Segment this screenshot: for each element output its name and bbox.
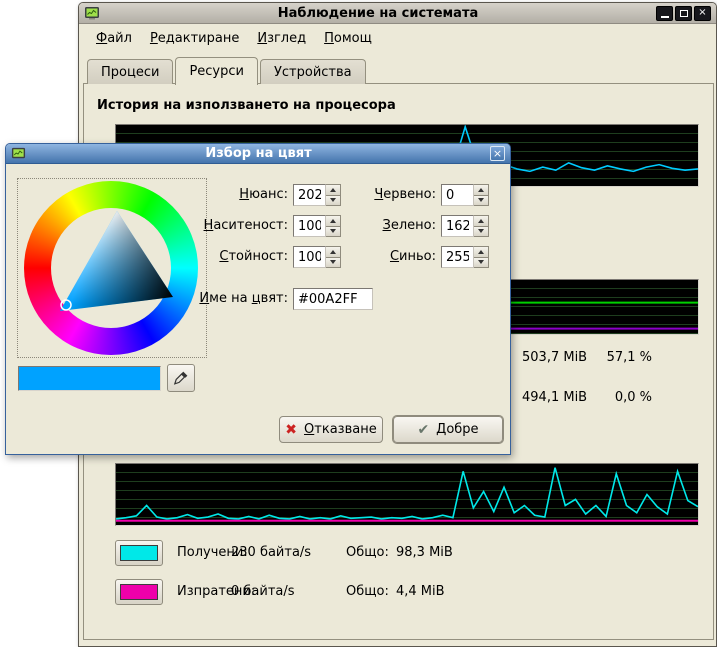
dialog-titlebar[interactable]: Избор на цвят ×	[6, 144, 510, 164]
received-total-label: Общо:	[346, 540, 389, 566]
hue-input[interactable]	[293, 184, 326, 206]
menu-view[interactable]: Изглед	[248, 27, 315, 50]
color-name-label: Име на цвят:	[166, 288, 288, 310]
received-total: 98,3 MiB	[396, 540, 453, 566]
red-spin-down[interactable]	[474, 195, 489, 207]
ok-button[interactable]: ✔ Добре	[393, 416, 503, 443]
green-input[interactable]	[441, 215, 474, 237]
green-spin-up[interactable]	[474, 215, 489, 226]
blue-input[interactable]	[441, 246, 474, 268]
red-input[interactable]	[441, 184, 474, 206]
eyedropper-button[interactable]	[167, 364, 195, 392]
tab-devices[interactable]: Устройства	[260, 59, 366, 84]
hue-label: Нюанс:	[166, 184, 288, 206]
blue-spin-down[interactable]	[474, 257, 489, 269]
value-spinbox	[293, 246, 341, 268]
green-spinbox	[441, 215, 489, 237]
main-window-title: Наблюдение на системата	[104, 6, 652, 21]
dialog-body: Нюанс: Наситеност: Стойност: Червено: Зе	[6, 164, 510, 454]
close-button[interactable]: ×	[694, 6, 711, 21]
tab-resources[interactable]: Ресурси	[175, 57, 258, 85]
dialog-title: Избор на цвят	[31, 146, 486, 161]
received-color-button[interactable]	[115, 540, 163, 566]
green-spin-down[interactable]	[474, 226, 489, 238]
sent-total: 4,4 MiB	[396, 579, 445, 605]
saturation-input[interactable]	[293, 215, 326, 237]
memory-used-value: 503,7 MiB	[522, 350, 587, 365]
saturation-value-triangle[interactable]	[24, 181, 198, 355]
color-preview	[18, 366, 161, 391]
saturation-label: Наситеност:	[166, 215, 288, 237]
blue-spinbox	[441, 246, 489, 268]
saturation-spinbox	[293, 215, 341, 237]
green-label: Зелено:	[336, 215, 436, 237]
memory-used-percent: 57,1 %	[579, 350, 652, 365]
ok-check-icon: ✔	[417, 423, 429, 437]
color-picker-dialog: Избор на цвят ×	[5, 143, 511, 455]
sent-total-label: Общо:	[346, 579, 389, 605]
menu-help[interactable]: Помощ	[315, 27, 381, 50]
main-titlebar[interactable]: Наблюдение на системата ×	[79, 3, 716, 24]
app-icon	[84, 5, 100, 21]
dialog-close-button[interactable]: ×	[490, 146, 505, 161]
sent-rate: 0 байта/s	[231, 579, 295, 605]
red-spin-up[interactable]	[474, 184, 489, 195]
tab-processes[interactable]: Процеси	[87, 59, 173, 84]
value-label: Стойност:	[166, 246, 288, 268]
window-controls: ×	[656, 6, 711, 21]
menu-edit[interactable]: Редактиране	[141, 27, 248, 50]
value-input[interactable]	[293, 246, 326, 268]
cancel-button[interactable]: ✖ Отказване	[279, 416, 383, 443]
desktop: Наблюдение на системата × Файл Редактира…	[0, 0, 717, 647]
menubar: Файл Редактиране Изглед Помощ	[79, 25, 716, 51]
swap-used-value: 494,1 MiB	[522, 390, 587, 405]
cpu-history-title: История на използването на процесора	[97, 98, 396, 113]
sent-color-button[interactable]	[115, 579, 163, 605]
minimize-button[interactable]	[656, 6, 673, 21]
received-color-swatch	[120, 545, 158, 561]
red-label: Червено:	[336, 184, 436, 206]
received-rate: 230 байта/s	[231, 540, 311, 566]
hue-spinbox	[293, 184, 341, 206]
menu-file[interactable]: Файл	[87, 27, 141, 50]
color-name-input[interactable]	[293, 288, 373, 310]
blue-spin-up[interactable]	[474, 246, 489, 257]
dialog-icon	[11, 146, 27, 162]
maximize-button[interactable]	[675, 6, 692, 21]
red-spinbox	[441, 184, 489, 206]
swap-used-percent: 0,0 %	[579, 390, 652, 405]
notebook-tabs: Процеси Ресурси Устройства	[87, 56, 368, 84]
blue-label: Синьо:	[336, 246, 436, 268]
sent-color-swatch	[120, 584, 158, 600]
network-history-graph	[115, 463, 699, 526]
eyedropper-icon	[173, 370, 189, 386]
cancel-x-icon: ✖	[285, 423, 297, 437]
